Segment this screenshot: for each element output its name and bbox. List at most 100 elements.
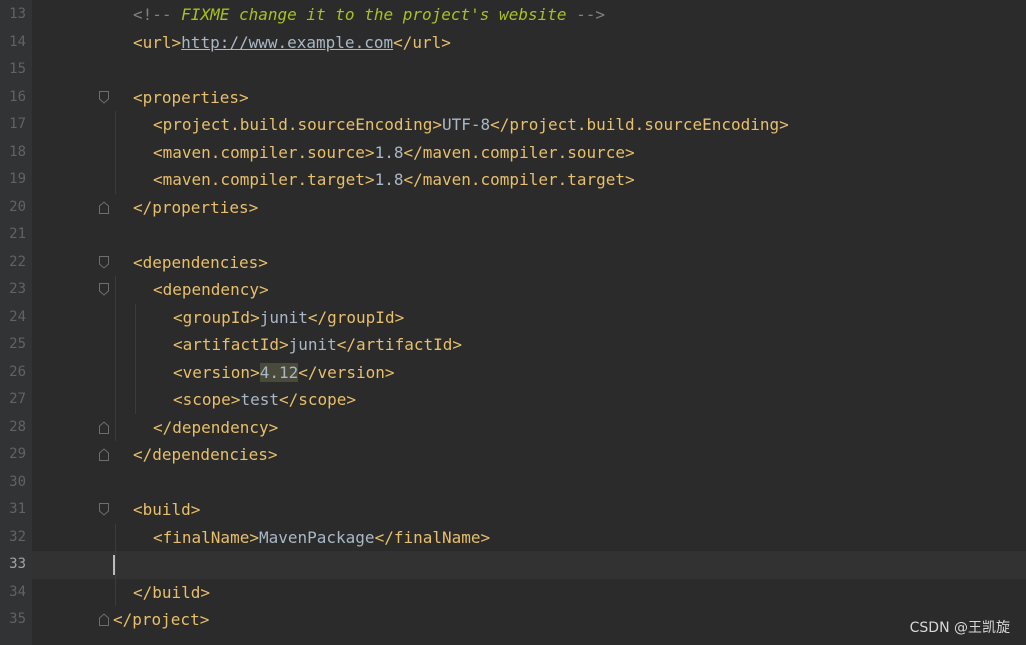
token: <scope> bbox=[173, 390, 241, 409]
line-number: 31 bbox=[9, 501, 26, 517]
token: </maven.compiler.source> bbox=[403, 142, 635, 162]
code-line-25[interactable]: 25 <artifactId>junit</artifactId> bbox=[9, 331, 1026, 359]
fold-close-icon[interactable] bbox=[99, 613, 109, 626]
token: <maven.compiler.target> bbox=[153, 170, 375, 189]
code-text: </project> bbox=[113, 606, 209, 634]
code-text: <artifactId>junit</artifactId> bbox=[173, 331, 462, 359]
token: <dependency> bbox=[153, 280, 269, 299]
code-line-21[interactable]: 21 bbox=[9, 221, 1026, 249]
line-number: 35 bbox=[9, 611, 26, 627]
token: UTF-8 bbox=[441, 115, 491, 134]
code-line-23[interactable]: 23 <dependency> bbox=[9, 276, 1026, 304]
line-number: 32 bbox=[9, 528, 26, 545]
code-line-20[interactable]: 20 </properties> bbox=[9, 194, 1026, 222]
line-number: 26 bbox=[9, 363, 26, 380]
code-line-14[interactable]: 14 <url>http://www.example.com</url> bbox=[9, 29, 1026, 57]
token: http://www.example.com bbox=[181, 32, 394, 52]
code-text: <url>http://www.example.com</url> bbox=[133, 29, 451, 57]
fold-open-icon[interactable] bbox=[99, 90, 109, 104]
code-line-15[interactable]: 15 bbox=[9, 56, 1026, 84]
code-line-18[interactable]: 18 <maven.compiler.source>1.8</maven.comp… bbox=[9, 139, 1026, 167]
indent-guide bbox=[115, 523, 116, 606]
indent-guide bbox=[115, 111, 116, 194]
code-text: <version>4.12</version> bbox=[173, 359, 395, 387]
token: <dependencies> bbox=[133, 252, 268, 272]
code-text: </properties> bbox=[133, 194, 258, 222]
token: </build> bbox=[133, 582, 211, 602]
code-line-17[interactable]: 17 <project.build.sourceEncoding>UTF-8</p… bbox=[9, 111, 1026, 139]
code-text: <project.build.sourceEncoding>UTF-8</pro… bbox=[153, 111, 789, 139]
token: test bbox=[240, 390, 279, 409]
token: 4.12 bbox=[259, 362, 299, 382]
line-number: 16 bbox=[9, 88, 26, 105]
token: </finalName> bbox=[374, 527, 491, 547]
token: </scope> bbox=[278, 390, 357, 409]
code-line-31[interactable]: 31 <build> bbox=[9, 496, 1026, 524]
token: </dependency> bbox=[153, 417, 279, 437]
code-text: <maven.compiler.target>1.8</maven.compil… bbox=[153, 166, 635, 194]
code-text: <groupId>junit</groupId> bbox=[173, 304, 404, 332]
line-number: 34 bbox=[9, 583, 26, 600]
token: </properties> bbox=[133, 197, 259, 217]
code-line-35[interactable]: 35 </project> bbox=[9, 606, 1026, 634]
token: --> bbox=[566, 5, 606, 24]
token: </url> bbox=[393, 32, 451, 52]
token: <maven.compiler.source> bbox=[153, 142, 375, 162]
code-line-13[interactable]: 13 <!-- FIXME change it to the project's … bbox=[9, 1, 1026, 29]
code-line-24[interactable]: 24 <groupId>junit</groupId> bbox=[9, 304, 1026, 332]
token: </maven.compiler.target> bbox=[403, 170, 635, 189]
line-number: 22 bbox=[9, 253, 26, 270]
code-line-34[interactable]: 34 </build> bbox=[9, 579, 1026, 607]
line-number: 20 bbox=[9, 198, 26, 215]
fold-open-icon[interactable] bbox=[99, 503, 109, 516]
line-number: 24 bbox=[9, 308, 26, 325]
token: </project> bbox=[113, 610, 210, 629]
line-number: 14 bbox=[9, 33, 26, 50]
line-number: 23 bbox=[9, 281, 26, 297]
token: </dependencies> bbox=[133, 445, 278, 464]
token: junit bbox=[259, 307, 308, 327]
line-number: 21 bbox=[9, 226, 26, 242]
token: <groupId> bbox=[173, 307, 260, 327]
indent-guide bbox=[135, 303, 136, 414]
fold-close-icon[interactable] bbox=[99, 420, 109, 434]
token: </project.build.sourceEncoding> bbox=[490, 115, 789, 134]
code-line-19[interactable]: 19 <maven.compiler.target>1.8</maven.comp… bbox=[9, 166, 1026, 194]
code-text: <build> bbox=[133, 496, 200, 524]
code-line-16[interactable]: 16 <properties> bbox=[9, 84, 1026, 112]
code-text: <finalName>MavenPackage</finalName> bbox=[153, 524, 490, 552]
code-line-22[interactable]: 22 <dependencies> bbox=[9, 249, 1026, 277]
token: <version> bbox=[173, 362, 260, 382]
token: </artifactId> bbox=[336, 335, 462, 354]
token: 1.8 bbox=[374, 142, 404, 162]
token: <url> bbox=[133, 32, 182, 52]
watermark: CSDN @王凯旋 bbox=[909, 620, 1010, 636]
code-text: </dependency> bbox=[153, 414, 278, 442]
token: <properties> bbox=[133, 87, 249, 107]
token: </groupId> bbox=[307, 307, 405, 327]
line-number: 13 bbox=[9, 6, 26, 22]
code-line-26[interactable]: 26 <version>4.12</version> bbox=[9, 359, 1026, 387]
fold-close-icon[interactable] bbox=[99, 448, 109, 461]
code-line-27[interactable]: 27 <scope>test</scope> bbox=[9, 386, 1026, 414]
fold-open-icon[interactable] bbox=[99, 283, 109, 296]
code-line-32[interactable]: 32 <finalName>MavenPackage</finalName> bbox=[9, 524, 1026, 552]
code-text: <dependencies> bbox=[133, 249, 268, 277]
code-editor[interactable]: 13 <!-- FIXME change it to the project's … bbox=[9, 0, 1026, 645]
code-line-28[interactable]: 28 </dependency> bbox=[9, 414, 1026, 442]
code-line-33[interactable]: 33 bbox=[9, 551, 1026, 579]
line-number: 18 bbox=[9, 143, 26, 160]
line-number: 29 bbox=[9, 446, 26, 462]
line-number: 28 bbox=[9, 418, 26, 435]
code-line-30[interactable]: 30 bbox=[9, 469, 1026, 497]
code-text: <maven.compiler.source>1.8</maven.compil… bbox=[153, 139, 635, 167]
code-line-29[interactable]: 29 </dependencies> bbox=[9, 441, 1026, 469]
token: <finalName> bbox=[153, 527, 259, 547]
code-text: </build> bbox=[133, 579, 210, 607]
code-text: </dependencies> bbox=[133, 441, 278, 469]
code-text: <dependency> bbox=[153, 276, 269, 304]
line-number: 15 bbox=[9, 61, 26, 77]
fold-close-icon[interactable] bbox=[99, 200, 109, 214]
fold-open-icon[interactable] bbox=[99, 255, 109, 269]
token: FIXME change it to the project's website bbox=[181, 5, 567, 24]
